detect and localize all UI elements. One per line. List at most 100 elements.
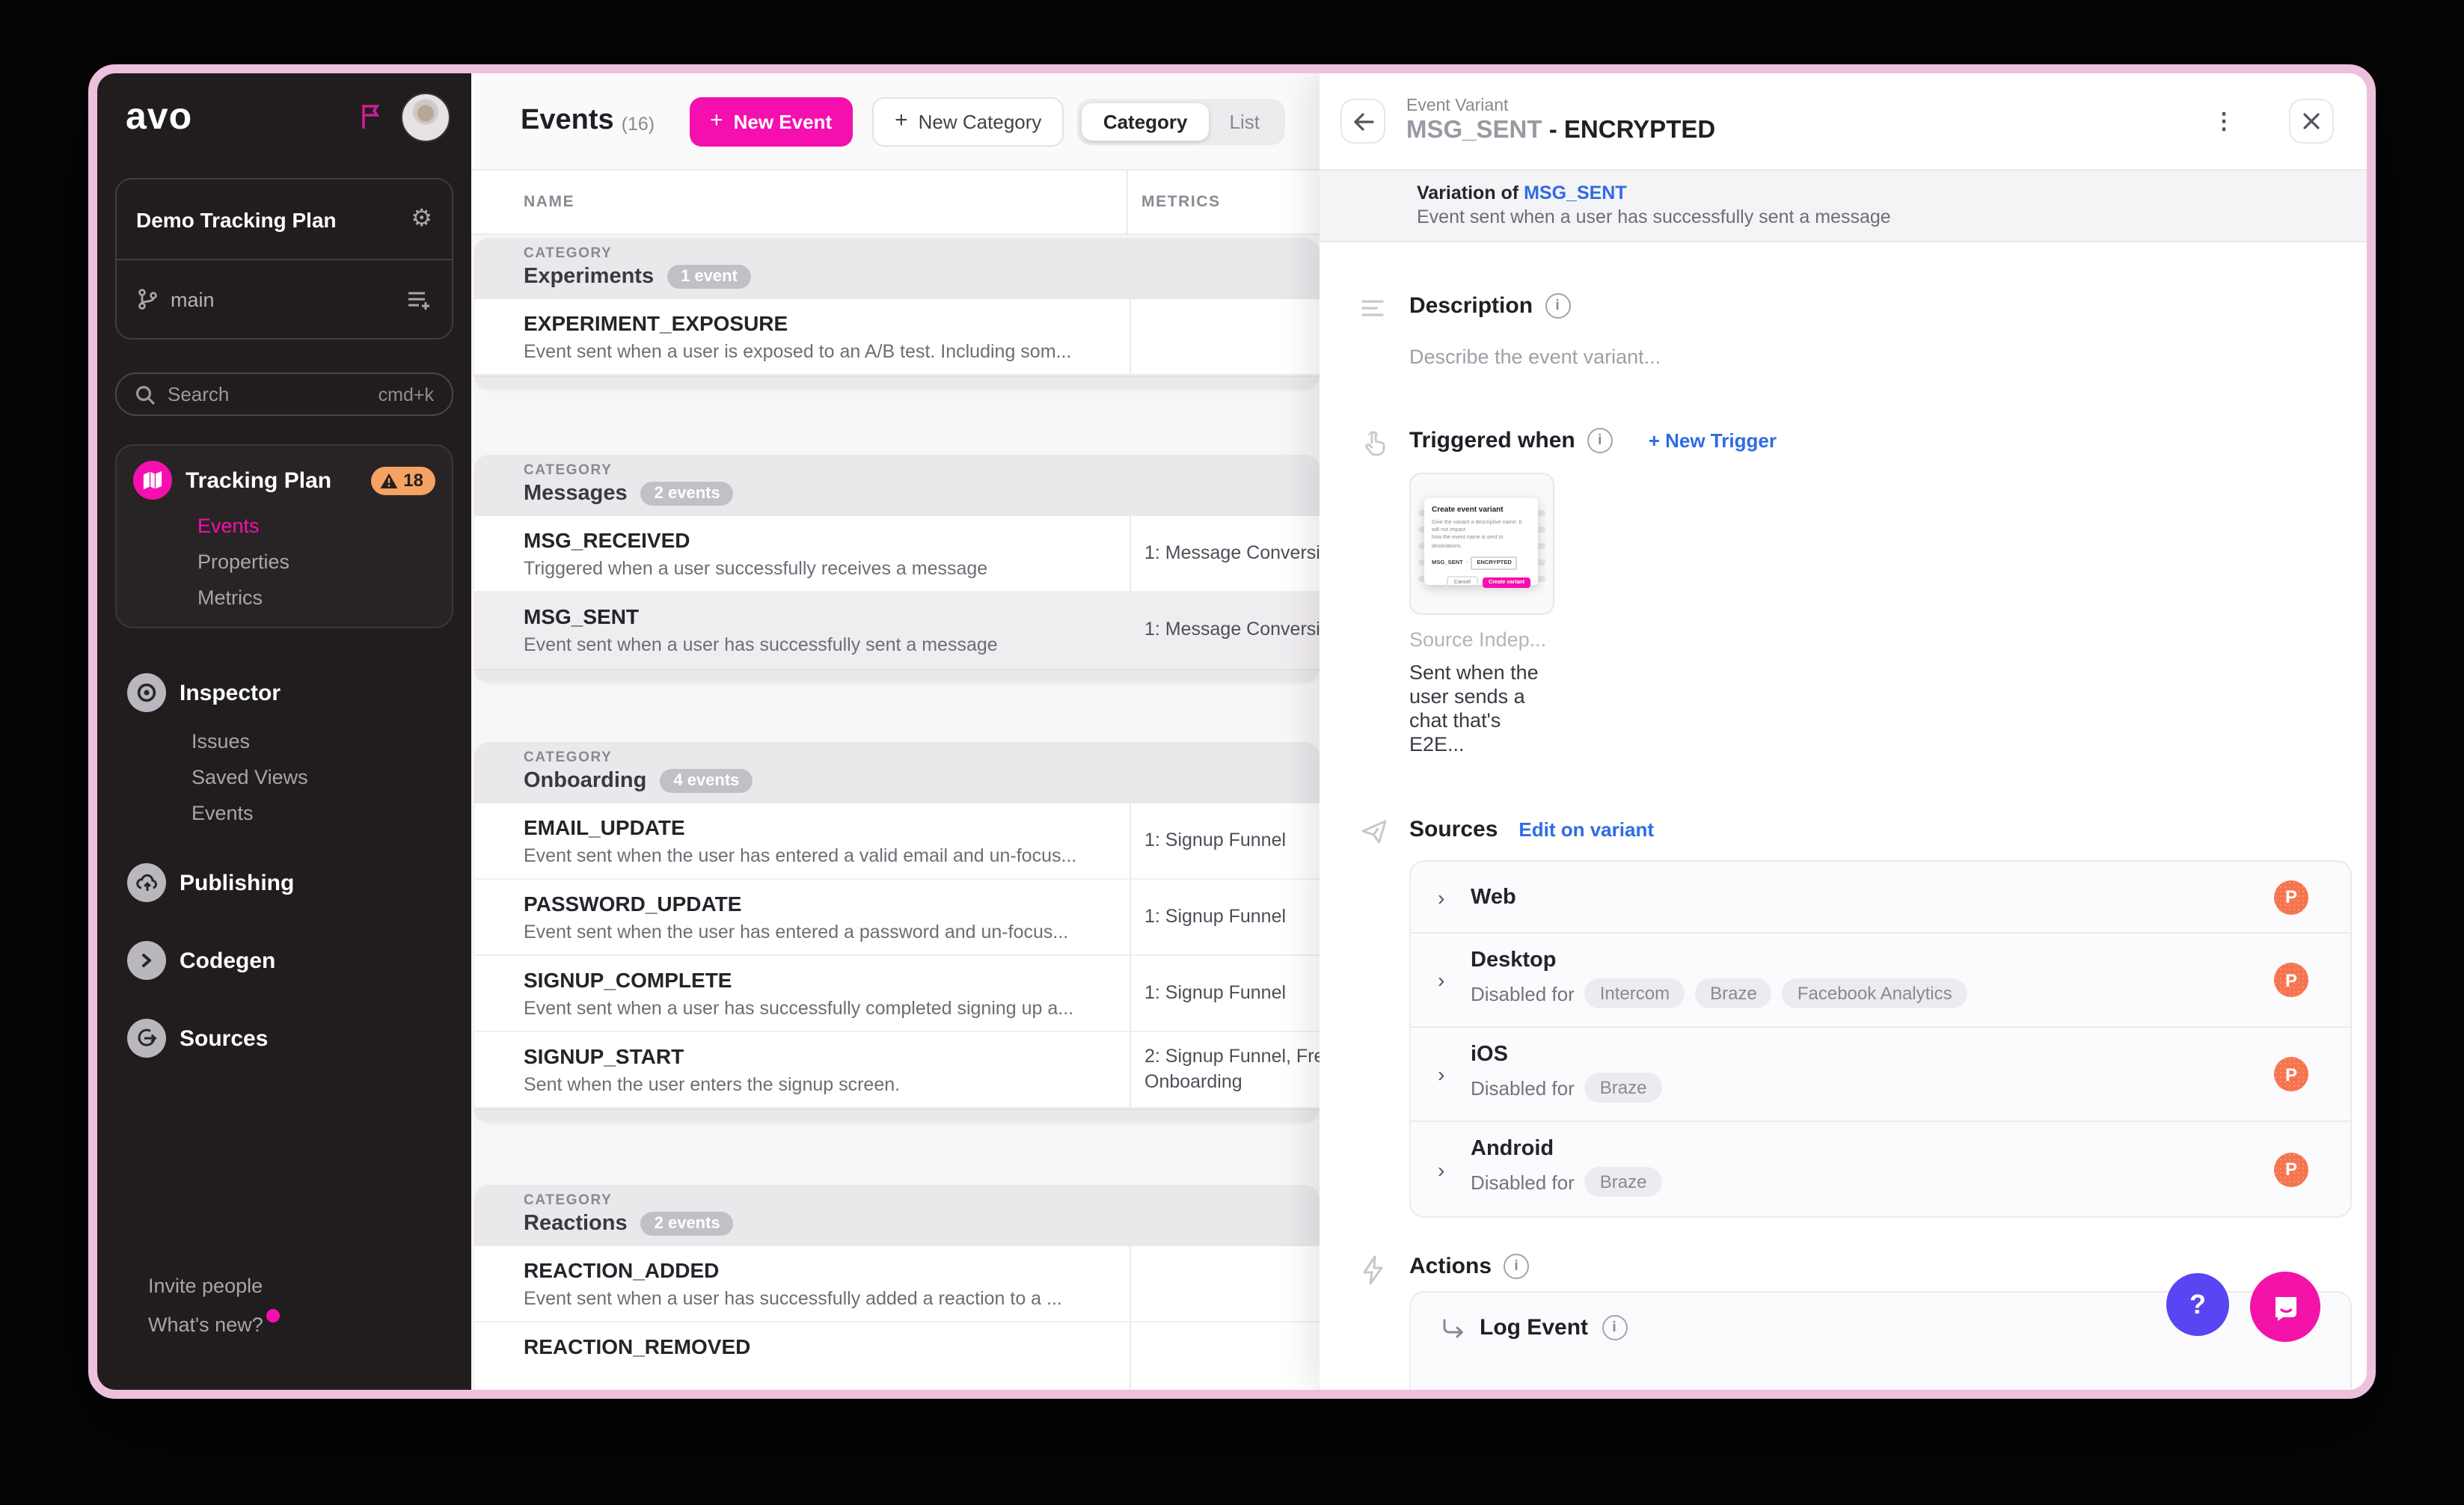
event-row-password-update[interactable]: PASSWORD_UPDATE Event sent when the user… bbox=[474, 880, 1320, 956]
chevron-right-icon[interactable]: › bbox=[1438, 968, 1444, 992]
panel-header: Event Variant MSG_SENT - ENCRYPTED ⋮ bbox=[1320, 73, 2367, 169]
avo-app: avo Demo Tracking Plan ⚙ main Search cmd… bbox=[97, 73, 2367, 1390]
variation-band: Variation of MSG_SENT Event sent when a … bbox=[1320, 169, 2367, 242]
sidebar-item-inspector[interactable]: Inspector bbox=[97, 673, 471, 712]
event-row-msg-received[interactable]: MSG_RECEIVED Triggered when a user succe… bbox=[474, 516, 1320, 592]
sidebar-item-tracking-plan[interactable]: Tracking Plan 18 bbox=[133, 461, 435, 500]
avo-logo: avo bbox=[126, 95, 193, 137]
toggle-category[interactable]: Category bbox=[1082, 102, 1209, 140]
table-header: NAME METRICS bbox=[471, 169, 1320, 235]
sidebar-item-properties[interactable]: Properties bbox=[197, 551, 435, 573]
triggered-when-section: Triggered when i + New Trigger Create ev… bbox=[1320, 428, 2367, 757]
flag-icon[interactable] bbox=[361, 103, 384, 130]
destination-pill: Facebook Analytics bbox=[1782, 978, 1967, 1008]
paper-plane-icon bbox=[1360, 818, 1390, 847]
trigger-thumbnail: Create event variant Give the variant a … bbox=[1409, 473, 1554, 615]
avatar[interactable] bbox=[401, 92, 450, 141]
category-count-badge: 4 events bbox=[660, 769, 753, 793]
source-row-web[interactable]: › Web P bbox=[1411, 862, 2350, 934]
more-menu-icon[interactable]: ⋮ bbox=[2213, 108, 2235, 135]
source-row-android[interactable]: › Android Disabled for Braze P bbox=[1411, 1122, 2350, 1216]
panel-title: MSG_SENT - ENCRYPTED bbox=[1406, 117, 1716, 144]
workspace-row[interactable]: Demo Tracking Plan ⚙ bbox=[117, 180, 452, 259]
event-row-msg-sent[interactable]: MSG_SENT Event sent when a user has succ… bbox=[474, 592, 1320, 669]
panel-body: Description i Describe the event variant… bbox=[1320, 242, 2367, 1390]
description-placeholder[interactable]: Describe the event variant... bbox=[1409, 346, 2367, 368]
search-input[interactable]: Search cmd+k bbox=[115, 373, 453, 416]
actions-heading: Actions bbox=[1409, 1254, 1492, 1279]
issues-badge[interactable]: 18 bbox=[370, 466, 435, 494]
event-row-signup-start[interactable]: SIGNUP_START Sent when the user enters t… bbox=[474, 1032, 1320, 1109]
category-header[interactable]: CATEGORY Messages 2 events bbox=[474, 455, 1320, 516]
close-icon bbox=[2303, 113, 2320, 129]
chevron-right-icon[interactable]: › bbox=[1438, 1062, 1444, 1086]
plus-icon: + bbox=[710, 108, 723, 133]
category-header[interactable]: CATEGORY Experiments 1 event bbox=[474, 238, 1320, 299]
event-row-signup-complete[interactable]: SIGNUP_COMPLETE Event sent when a user h… bbox=[474, 956, 1320, 1032]
event-row-reaction-removed[interactable]: REACTION_REMOVED bbox=[474, 1322, 1320, 1390]
event-metrics: 1: Signup Funnel bbox=[1144, 906, 1287, 927]
sidebar-item-inspector-events[interactable]: Events bbox=[191, 802, 471, 824]
description-heading: Description bbox=[1409, 293, 1533, 319]
column-name: NAME bbox=[524, 193, 575, 211]
tracking-plan-card: Tracking Plan 18 Events Properties Metri… bbox=[115, 444, 453, 628]
category-count-badge: 2 events bbox=[640, 482, 734, 506]
event-row-reaction-added[interactable]: REACTION_ADDED Event sent when a user ha… bbox=[474, 1246, 1320, 1322]
publishing-icon bbox=[127, 863, 166, 902]
new-event-button[interactable]: + New Event bbox=[689, 96, 853, 146]
chat-bubble-icon bbox=[2275, 1296, 2296, 1320]
source-row-desktop[interactable]: › Desktop Disabled for Intercom Braze Fa… bbox=[1411, 934, 2350, 1028]
playlist-add-icon[interactable] bbox=[407, 288, 432, 310]
codegen-label: Codegen bbox=[180, 948, 276, 973]
whats-new-link[interactable]: What's new? bbox=[148, 1309, 280, 1336]
info-icon[interactable]: i bbox=[1587, 428, 1613, 453]
sidebar-item-events[interactable]: Events bbox=[197, 515, 435, 537]
gear-icon[interactable]: ⚙ bbox=[411, 206, 432, 231]
section-footer bbox=[474, 669, 1320, 682]
chat-button[interactable] bbox=[2250, 1272, 2320, 1342]
sidebar-item-metrics[interactable]: Metrics bbox=[197, 586, 435, 609]
help-button[interactable]: ? bbox=[2166, 1273, 2229, 1336]
notification-dot bbox=[266, 1309, 280, 1322]
category-name: Experiments bbox=[524, 265, 655, 289]
sidebar-item-codegen[interactable]: Codegen bbox=[97, 941, 471, 980]
sidebar-item-publishing[interactable]: Publishing bbox=[97, 863, 471, 902]
category-header[interactable]: CATEGORY Onboarding 4 events bbox=[474, 742, 1320, 803]
invite-people-link[interactable]: Invite people bbox=[148, 1275, 263, 1297]
category-name: Onboarding bbox=[524, 769, 647, 793]
description-section: Description i Describe the event variant… bbox=[1320, 293, 2367, 368]
source-row-ios[interactable]: › iOS Disabled for Braze P bbox=[1411, 1028, 2350, 1122]
chevron-right-icon[interactable]: › bbox=[1438, 885, 1444, 909]
sidebar-item-saved-views[interactable]: Saved Views bbox=[191, 766, 471, 788]
destination-pill: Braze bbox=[1695, 978, 1772, 1008]
back-button[interactable] bbox=[1340, 99, 1385, 144]
trigger-card[interactable]: Create event variant Give the variant a … bbox=[1409, 473, 1554, 757]
event-row-email-update[interactable]: EMAIL_UPDATE Event sent when the user ha… bbox=[474, 803, 1320, 880]
sidebar-item-sources[interactable]: Sources bbox=[97, 1019, 471, 1058]
category-name: Messages bbox=[524, 482, 628, 506]
branch-row[interactable]: main bbox=[117, 259, 452, 338]
sidebar-item-issues[interactable]: Issues bbox=[191, 730, 471, 752]
edit-on-variant-link[interactable]: Edit on variant bbox=[1518, 818, 1654, 841]
close-button[interactable] bbox=[2289, 99, 2334, 144]
info-icon[interactable]: i bbox=[1545, 293, 1571, 319]
info-icon[interactable]: i bbox=[1602, 1315, 1628, 1340]
arrow-left-icon bbox=[1353, 112, 1373, 130]
new-trigger-link[interactable]: + New Trigger bbox=[1649, 429, 1777, 452]
sources-label: Sources bbox=[180, 1026, 269, 1051]
new-category-button[interactable]: + New Category bbox=[872, 96, 1064, 146]
category-section-reactions: CATEGORY Reactions 2 events REACTION_ADD… bbox=[474, 1185, 1320, 1390]
category-header[interactable]: CATEGORY Reactions 2 events bbox=[474, 1185, 1320, 1246]
variation-link[interactable]: MSG_SENT bbox=[1524, 183, 1627, 203]
info-icon[interactable]: i bbox=[1504, 1254, 1530, 1279]
chevron-right-icon[interactable]: › bbox=[1438, 1157, 1444, 1181]
workspace-name: Demo Tracking Plan bbox=[136, 207, 337, 231]
event-row-experiment-exposure[interactable]: EXPERIMENT_EXPOSURE Event sent when a us… bbox=[474, 299, 1320, 376]
screen: avo Demo Tracking Plan ⚙ main Search cmd… bbox=[0, 0, 2464, 1505]
log-event-icon bbox=[1443, 1319, 1463, 1338]
source-badge: P bbox=[2274, 963, 2308, 997]
source-badge: P bbox=[2274, 1057, 2308, 1091]
publishing-label: Publishing bbox=[180, 870, 295, 895]
toggle-list[interactable]: List bbox=[1209, 102, 1281, 140]
events-count: (16) bbox=[621, 113, 655, 134]
